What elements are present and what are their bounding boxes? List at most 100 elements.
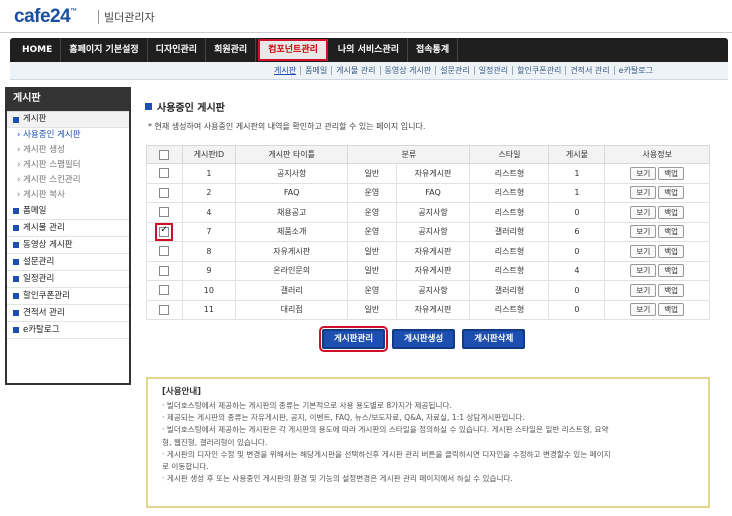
post-count: 4 [548,260,606,281]
post-count: 0 [548,299,606,320]
backup-button[interactable]: 백업 [658,166,685,180]
usage-info-cell: 보기 백업 [604,221,710,242]
row-checkbox[interactable] [159,207,170,218]
board-title: 대리점 [235,299,349,320]
subnav-item[interactable]: 견적서 관리 [566,66,615,75]
subnav-item[interactable]: 일정관리 [475,66,514,75]
sidebar-section[interactable]: 견적서 관리 [7,305,129,322]
backup-button[interactable]: 백업 [658,283,685,297]
nav-item[interactable]: HOME [14,38,62,62]
view-button[interactable]: 보기 [630,186,657,200]
sidebar-section-label: 폼메일 [23,205,47,216]
board-id: 1 [181,163,237,184]
category-name: FAQ [395,182,471,203]
usage-info-cell: 보기 백업 [604,241,710,262]
backup-button[interactable]: 백업 [658,264,685,278]
table-header-cell: 사용정보 [604,145,710,164]
view-button[interactable]: 보기 [630,166,657,180]
backup-button[interactable]: 백업 [658,225,685,239]
sidebar-sub-item[interactable]: › 사용중인 게시판 [7,128,129,143]
row-checkbox[interactable] [159,168,170,179]
table-header-cell: 게시판ID [181,145,237,164]
backup-button[interactable]: 백업 [658,244,685,258]
sidebar-section-label: 게시판 [23,114,47,124]
row-checkbox[interactable] [159,285,170,296]
sidebar-section[interactable]: 할인쿠폰관리 [7,288,129,305]
table-header-cell: 게시물 [548,145,606,164]
table-row: 11 대리점 일반 자유게시판 리스트형 0 보기 백업 [146,299,710,320]
bullet-square-icon [13,242,19,248]
nav-item[interactable]: 나의 서비스관리 [330,38,408,62]
sidebar-section[interactable]: 일정관리 [7,271,129,288]
guide-line: 형, 웹진형, 갤러리형이 있습니다. [162,437,268,447]
app-title: 빌더관리자 [104,11,155,24]
sidebar-sub-item[interactable]: › 게시판 복사 [7,188,129,203]
board-title: 채용공고 [235,202,349,223]
subnav-item[interactable]: 게시판 [270,66,302,75]
sidebar-section[interactable]: 동영상 게시판 [7,237,129,254]
guide-line: 로 이동합니다. [162,462,209,472]
row-checkbox[interactable] [159,187,170,198]
view-button[interactable]: 보기 [630,205,657,219]
view-button[interactable]: 보기 [630,264,657,278]
view-button[interactable]: 보기 [630,303,657,317]
board-style: 리스트형 [469,202,550,223]
sidebar-sub-item[interactable]: › 게시판 스킨관리 [7,173,129,188]
select-all-checkbox[interactable] [159,149,170,160]
subnav-item[interactable]: 게시물 관리 [332,66,381,75]
sidebar-section[interactable]: 폼메일 [7,203,129,220]
subnav-item[interactable]: 동영상 게시판 [381,66,437,75]
table-row: 2 FAQ 운영 FAQ 리스트형 1 보기 백업 [146,182,710,203]
table-header-cell: 분류 [347,145,471,164]
table-header-row: 게시판ID 게시판 타이틀 분류 스타일 게시물 사용정보 [146,145,710,164]
nav-item[interactable]: 회원관리 [206,38,257,62]
row-checkbox[interactable] [159,225,170,237]
backup-button[interactable]: 백업 [658,205,685,219]
table-row: 9 온라인문의 일반 자유게시판 리스트형 4 보기 백업 [146,260,710,281]
section-title-text: 사용중인 게시판 [157,103,225,114]
board-title: 갤러리 [235,280,349,301]
row-checkbox[interactable] [159,304,170,315]
delete-board-button[interactable]: 게시판삭제 [462,329,526,349]
logo-text: cafe24 [14,6,71,27]
guide-title: [사용안내] [162,387,202,397]
table-row: 1 공지사항 일반 자유게시판 리스트형 1 보기 백업 [146,163,710,184]
view-button[interactable]: 보기 [630,244,657,258]
subnav-item[interactable]: 할인쿠폰관리 [513,66,567,75]
bullet-square-icon [13,293,19,299]
board-style: 갤러리형 [469,280,550,301]
nav-item[interactable]: 홈페이지 기본설정 [61,38,148,62]
board-id: 9 [181,260,237,281]
post-count: 0 [548,241,606,262]
nav-item[interactable]: 컴포넌트관리 [258,39,328,61]
table-row: 7제품소개운영공지사항갤러리형6보기백업 [146,221,710,242]
subnav-item[interactable]: 설문관리 [436,66,475,75]
sub-nav: 게시판 폼메일 게시물 관리 동영상 게시판 설문관리 일정관리 할인쿠폰관리 견적서 관리 e… [10,62,728,80]
create-board-button[interactable]: 게시판생성 [392,329,456,349]
subnav-item[interactable]: 폼메일 [301,66,333,75]
view-button[interactable]: 보기 [630,283,657,297]
view-button[interactable]: 보기 [630,225,657,239]
sidebar-sub-label: 게시판 복사 [23,190,65,200]
sidebar-section[interactable]: 게시물 관리 [7,220,129,237]
nav-item[interactable]: 디자인관리 [148,38,207,62]
row-checkbox[interactable] [159,246,170,257]
sidebar-section[interactable]: 설문관리 [7,254,129,271]
sidebar-sub-item[interactable]: › 게시판 스팸필터 [7,158,129,173]
category-type: 운영 [347,182,397,203]
manage-board-button[interactable]: 게시판관리 [318,326,389,352]
backup-button[interactable]: 백업 [658,186,685,200]
subnav-item[interactable]: e카탈로그 [615,66,657,75]
sidebar-section[interactable]: 게시판 [7,111,129,128]
table-header-cell: 스타일 [469,145,550,164]
board-id: 11 [181,299,237,320]
sidebar-sub-label: 사용중인 게시판 [23,130,81,140]
checkbox-cell [146,280,183,301]
sidebar-sub-item[interactable]: › 게시판 생성 [7,143,129,158]
sidebar-section[interactable]: e카탈로그 [7,322,129,339]
backup-button[interactable]: 백업 [658,303,685,317]
nav-item[interactable]: 접속통계 [408,38,459,62]
row-checkbox[interactable] [159,265,170,276]
category-type: 운영 [347,280,397,301]
checkbox-cell [146,182,183,203]
